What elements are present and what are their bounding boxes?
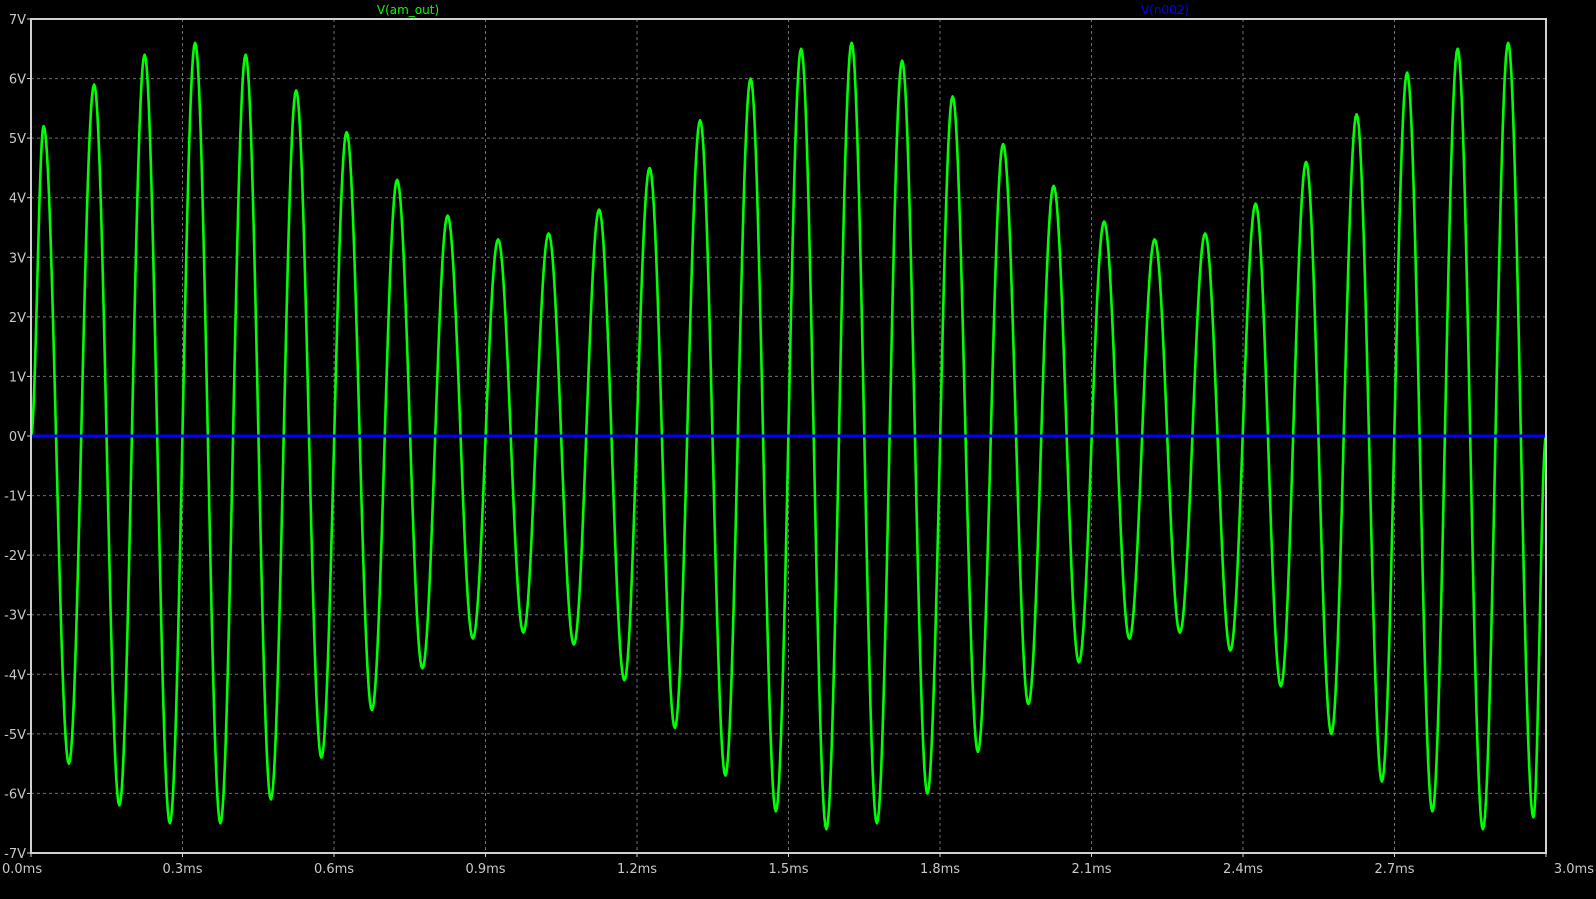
x-tick-label: 1.2ms [617,862,657,877]
y-tick-label: -6V [4,787,26,802]
y-tick-label: -1V [4,490,26,505]
y-tick-label: -4V [4,668,26,683]
y-tick-label: 0V [9,430,26,445]
legend-entry-am-out[interactable]: V(am_out) [377,3,439,17]
y-tick-label: -5V [4,728,26,743]
y-tick-label: 3V [9,251,26,266]
y-tick-label: 5V [9,132,26,147]
y-tick-label: -7V [4,847,26,862]
legend-entry-n002[interactable]: V(n002) [1141,3,1189,17]
x-tick-label: 2.7ms [1374,862,1414,877]
y-tick-label: 4V [9,192,26,207]
x-tick-label: 0.0ms [2,862,42,877]
y-tick-label: 7V [9,13,26,28]
y-tick-label: -3V [4,609,26,624]
x-tick-label: 0.6ms [314,862,354,877]
x-tick-label: 2.4ms [1223,862,1263,877]
x-tick-label: 1.8ms [920,862,960,877]
y-tick-label: 2V [9,311,26,326]
y-tick-label: 1V [9,370,26,385]
x-tick-label: 3.0ms [1554,862,1594,877]
y-tick-label: -2V [4,549,26,564]
x-tick-label: 1.5ms [768,862,808,877]
x-tick-label: 2.1ms [1071,862,1111,877]
x-tick-label: 0.3ms [162,862,202,877]
y-tick-label: 6V [9,73,26,88]
waveform-plot: 7V 6V 5V 4V 3V 2V 1V 0V -1V -2V -3V -4V -5V -6V -7V0.0… [0,0,1596,899]
x-tick-label: 0.9ms [465,862,505,877]
